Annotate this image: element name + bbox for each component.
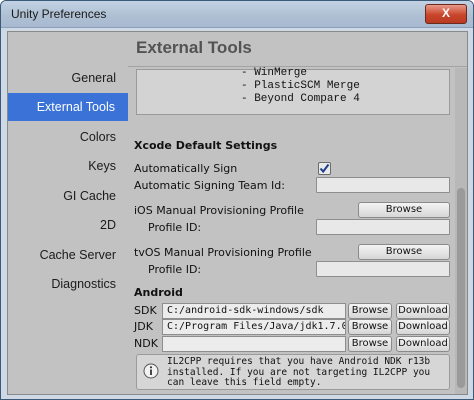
sidebar-item-general[interactable]: General	[72, 64, 116, 92]
sidebar-item-gi-cache[interactable]: GI Cache	[63, 182, 116, 210]
ndk-download-button[interactable]: Download	[396, 336, 450, 352]
sdk-download-button[interactable]: Download	[396, 303, 450, 319]
sidebar-item-cache-server[interactable]: Cache Server	[40, 241, 116, 269]
vertical-scrollbar[interactable]	[455, 68, 467, 394]
ndk-browse-button[interactable]: Browse	[348, 336, 392, 352]
xcode-heading: Xcode Default Settings	[134, 139, 278, 152]
diff-tools-list: - WinMerge - PlasticSCM Merge - Beyond C…	[136, 67, 450, 115]
ios-profile-label: iOS Manual Provisioning Profile	[134, 204, 304, 217]
sdk-path-field[interactable]: C:/android-sdk-windows/sdk	[162, 303, 346, 319]
team-id-field[interactable]	[316, 177, 450, 193]
settings-panel: External Tools - WinMerge - PlasticSCM M…	[128, 32, 467, 394]
checkmark-icon	[319, 163, 330, 174]
window-title: Unity Preferences	[11, 7, 107, 21]
team-id-label: Automatic Signing Team Id:	[134, 179, 285, 192]
sidebar-item-keys[interactable]: Keys	[88, 152, 116, 180]
client-area: General External Tools Colors Keys GI Ca…	[7, 31, 468, 395]
tvos-profile-id-label: Profile ID:	[148, 263, 202, 276]
sdk-label: SDK	[134, 304, 157, 317]
preferences-window: Unity Preferences X General External Too…	[0, 0, 474, 400]
title-bar[interactable]: Unity Preferences X	[1, 1, 473, 28]
tvos-browse-button[interactable]: Browse	[358, 244, 450, 260]
tvos-profile-id-field[interactable]	[316, 261, 450, 277]
sidebar-item-2d[interactable]: 2D	[100, 211, 116, 239]
scrollbar-thumb[interactable]	[457, 188, 465, 388]
ios-browse-button[interactable]: Browse	[358, 202, 450, 218]
tvos-profile-label: tvOS Manual Provisioning Profile	[134, 246, 312, 259]
info-icon	[143, 363, 159, 379]
ndk-info-box: IL2CPP requires that you have Android ND…	[136, 354, 450, 390]
close-button[interactable]: X	[425, 4, 467, 24]
ndk-path-field[interactable]	[162, 336, 346, 352]
jdk-path-field[interactable]: C:/Program Files/Java/jdk1.7.0_7	[162, 319, 346, 335]
sidebar-item-colors[interactable]: Colors	[80, 123, 116, 151]
page-title: External Tools	[136, 38, 252, 57]
jdk-download-button[interactable]: Download	[396, 319, 450, 335]
jdk-label: JDK	[134, 320, 153, 333]
sidebar-item-diagnostics[interactable]: Diagnostics	[51, 270, 116, 298]
auto-sign-label: Automatically Sign	[134, 162, 238, 175]
sdk-browse-button[interactable]: Browse	[348, 303, 392, 319]
auto-sign-checkbox[interactable]	[318, 162, 331, 175]
jdk-browse-button[interactable]: Browse	[348, 319, 392, 335]
list-item: - WinMerge	[241, 67, 308, 79]
android-heading: Android	[134, 286, 183, 299]
ios-profile-id-label: Profile ID:	[148, 221, 202, 234]
ndk-label: NDK	[134, 337, 158, 350]
ios-profile-id-field[interactable]	[316, 219, 450, 235]
list-item: - PlasticSCM Merge	[241, 80, 360, 92]
sidebar-item-external-tools[interactable]: External Tools	[8, 93, 128, 121]
list-item: - Beyond Compare 4	[241, 93, 360, 105]
ndk-info-text: IL2CPP requires that you have Android ND…	[167, 356, 431, 388]
sidebar: General External Tools Colors Keys GI Ca…	[8, 32, 128, 394]
